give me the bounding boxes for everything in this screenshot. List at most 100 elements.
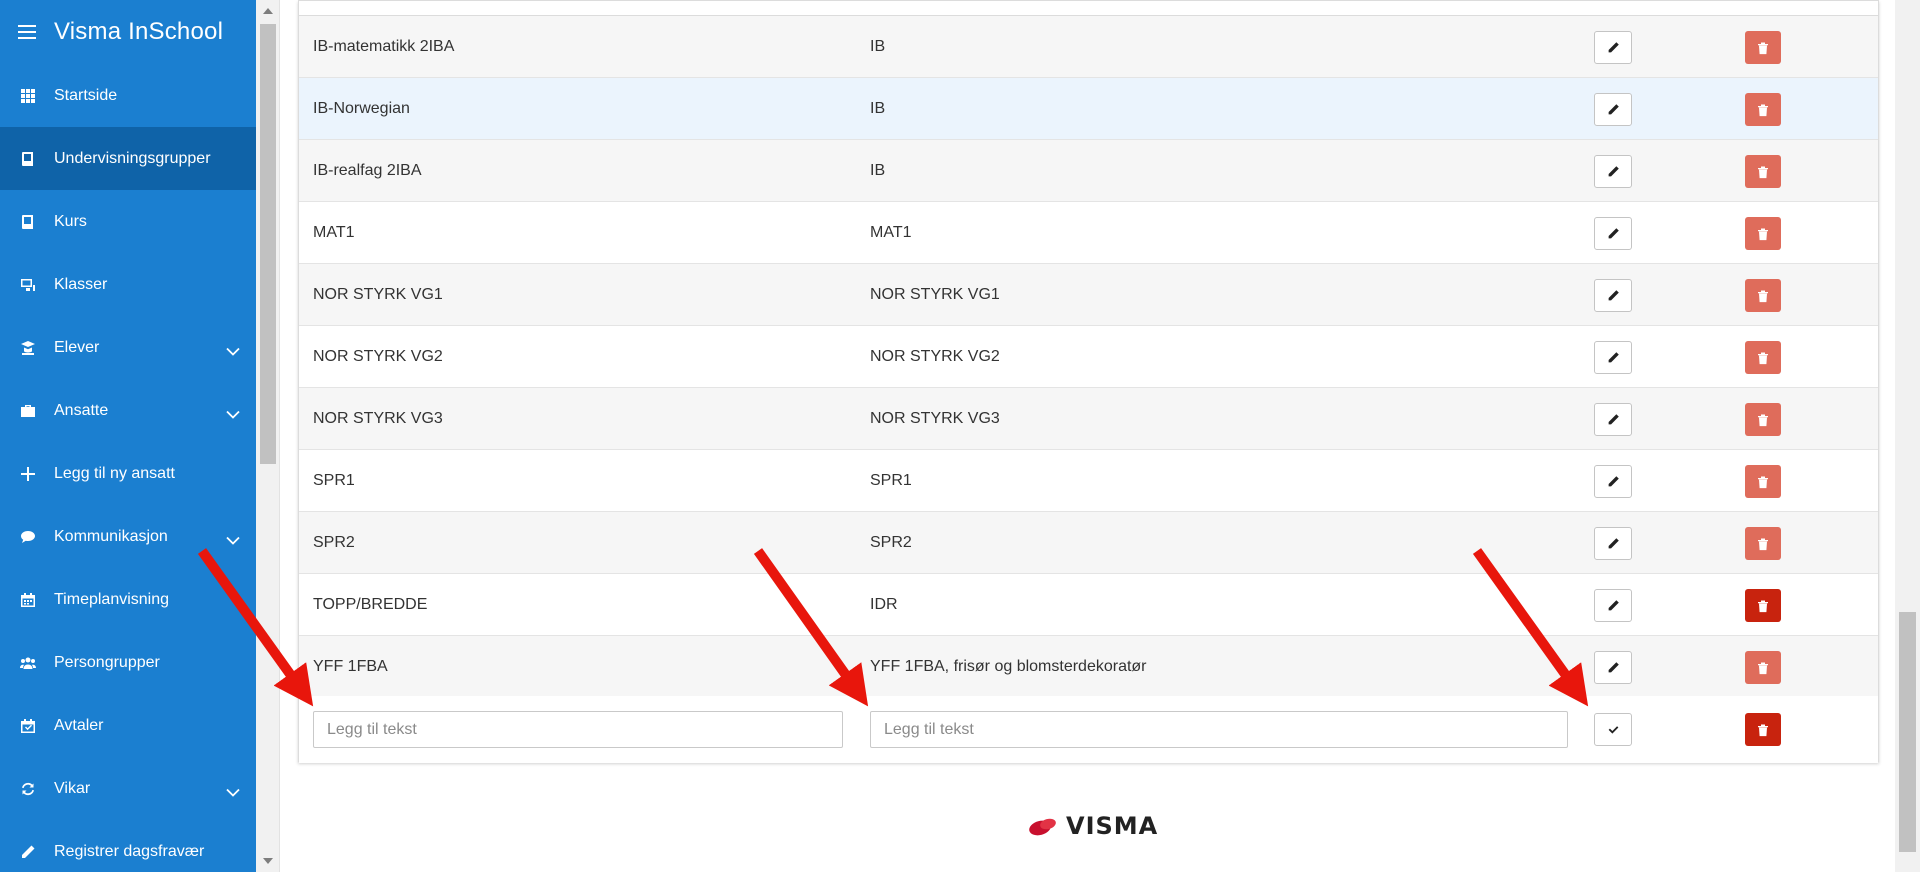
main-content: IB-matematikk 2IBA IB IB-Norwegian IB IB-rea… [280, 0, 1895, 872]
presentation-icon [20, 277, 36, 293]
edit-row-button[interactable] [1594, 589, 1632, 622]
calendar-icon [20, 592, 36, 608]
new-group-course-input[interactable] [870, 711, 1568, 748]
calendar-check-icon [20, 718, 36, 734]
delete-row-button[interactable] [1745, 155, 1781, 188]
visma-logo-mark-icon [1029, 818, 1056, 836]
group-name-cell: IB-Norwegian [313, 100, 410, 117]
sidebar-item-avtaler[interactable]: Avtaler [0, 694, 256, 757]
course-cell: NOR STYRK VG2 [870, 348, 1000, 365]
sidebar-item-kommunikasjon[interactable]: Kommunikasjon [0, 505, 256, 568]
edit-row-button[interactable] [1594, 527, 1632, 560]
teaching-groups-table: IB-matematikk 2IBA IB IB-Norwegian IB IB-rea… [298, 0, 1879, 763]
scroll-down-arrow-icon[interactable] [263, 858, 273, 864]
table-row: SPR2 SPR2 [299, 512, 1878, 574]
trash-icon [1758, 662, 1768, 674]
sidebar-item-kurs[interactable]: Kurs [0, 190, 256, 253]
sidebar-item-label: Avtaler [54, 716, 104, 734]
page-scrollbar-thumb[interactable] [1899, 612, 1916, 852]
group-name-cell: YFF 1FBA [313, 658, 388, 675]
trash-icon [1758, 352, 1768, 364]
sidebar-header: Visma InSchool [0, 0, 256, 64]
pencil-icon [1608, 42, 1619, 53]
delete-row-button[interactable] [1745, 93, 1781, 126]
new-group-name-input[interactable] [313, 711, 843, 748]
book-icon [20, 214, 36, 230]
delete-row-button[interactable] [1745, 217, 1781, 250]
edit-row-button[interactable] [1594, 403, 1632, 436]
sidebar-item-registrer-dagsfravær[interactable]: Registrer dagsfravær [0, 820, 256, 872]
scroll-up-arrow-icon[interactable] [263, 8, 273, 14]
edit-row-button[interactable] [1594, 465, 1632, 498]
course-cell: SPR2 [870, 534, 912, 551]
pencil-icon [20, 844, 36, 860]
course-cell: IB [870, 38, 886, 55]
sidebar-nav: Startside Undervisningsgrupper Kurs Klasser… [0, 64, 256, 872]
delete-row-button[interactable] [1745, 341, 1781, 374]
pencil-icon [1608, 538, 1619, 549]
course-cell: MAT1 [870, 224, 912, 241]
delete-row-button[interactable] [1745, 31, 1781, 64]
sidebar-item-label: Kommunikasjon [54, 527, 168, 545]
delete-row-button[interactable] [1745, 527, 1781, 560]
group-name-cell: SPR2 [313, 534, 355, 551]
delete-row-button[interactable] [1745, 279, 1781, 312]
delete-row-button[interactable] [1745, 651, 1781, 684]
table-row: TOPP/BREDDE IDR [299, 574, 1878, 636]
table-row: IB-Norwegian IB [299, 78, 1878, 140]
chat-bubble-icon [20, 529, 36, 545]
pencil-icon [1608, 166, 1619, 177]
people-icon [20, 655, 36, 671]
sidebar-item-persongrupper[interactable]: Persongrupper [0, 631, 256, 694]
chevron-down-icon[interactable] [226, 343, 240, 361]
sidebar-item-elever[interactable]: Elever [0, 316, 256, 379]
sidebar-item-label: Persongrupper [54, 653, 160, 671]
plus-icon [20, 466, 36, 482]
table-row: NOR STYRK VG2 NOR STYRK VG2 [299, 326, 1878, 388]
chevron-down-icon[interactable] [226, 784, 240, 802]
delete-row-button[interactable] [1745, 589, 1781, 622]
edit-row-button[interactable] [1594, 279, 1632, 312]
sidebar-scrollbar[interactable] [256, 0, 280, 872]
trash-icon [1758, 600, 1768, 612]
edit-row-button[interactable] [1594, 155, 1632, 188]
table-row: MAT1 MAT1 [299, 202, 1878, 264]
group-name-cell: IB-matematikk 2IBA [313, 38, 455, 55]
delete-new-row-button[interactable] [1745, 713, 1781, 746]
sidebar-scrollbar-thumb[interactable] [260, 24, 276, 464]
sidebar-item-label: Elever [54, 338, 100, 356]
sidebar-item-label: Timeplanvisning [54, 590, 170, 608]
edit-row-button[interactable] [1594, 341, 1632, 374]
group-name-cell: TOPP/BREDDE [313, 596, 428, 613]
sidebar-item-timeplanvisning[interactable]: Timeplanvisning [0, 568, 256, 631]
edit-row-button[interactable] [1594, 93, 1632, 126]
sidebar-item-label: Klasser [54, 275, 108, 293]
confirm-new-row-button[interactable] [1594, 713, 1632, 746]
sidebar-item-ansatte[interactable]: Ansatte [0, 379, 256, 442]
trash-icon [1758, 104, 1768, 116]
student-icon [20, 340, 36, 356]
hamburger-menu-icon[interactable] [18, 25, 36, 39]
sidebar-item-undervisningsgrupper[interactable]: Undervisningsgrupper [0, 127, 256, 190]
pencil-icon [1608, 414, 1619, 425]
chevron-down-icon[interactable] [226, 406, 240, 424]
sidebar-item-vikar[interactable]: Vikar [0, 757, 256, 820]
delete-row-button[interactable] [1745, 465, 1781, 498]
trash-icon [1758, 724, 1768, 736]
edit-row-button[interactable] [1594, 651, 1632, 684]
sidebar-item-label: Ansatte [54, 401, 109, 419]
edit-row-button[interactable] [1594, 31, 1632, 64]
refresh-icon [20, 781, 36, 797]
pencil-icon [1608, 476, 1619, 487]
delete-row-button[interactable] [1745, 403, 1781, 436]
chevron-down-icon[interactable] [226, 532, 240, 550]
sidebar-item-label: Kurs [54, 212, 87, 230]
page-scrollbar[interactable] [1895, 0, 1920, 872]
course-cell: NOR STYRK VG1 [870, 286, 1000, 303]
course-cell: IB [870, 162, 886, 179]
sidebar-item-klasser[interactable]: Klasser [0, 253, 256, 316]
table-row: IB-realfag 2IBA IB [299, 140, 1878, 202]
sidebar-item-legg-til-ny-ansatt[interactable]: Legg til ny ansatt [0, 442, 256, 505]
sidebar-item-startside[interactable]: Startside [0, 64, 256, 127]
edit-row-button[interactable] [1594, 217, 1632, 250]
